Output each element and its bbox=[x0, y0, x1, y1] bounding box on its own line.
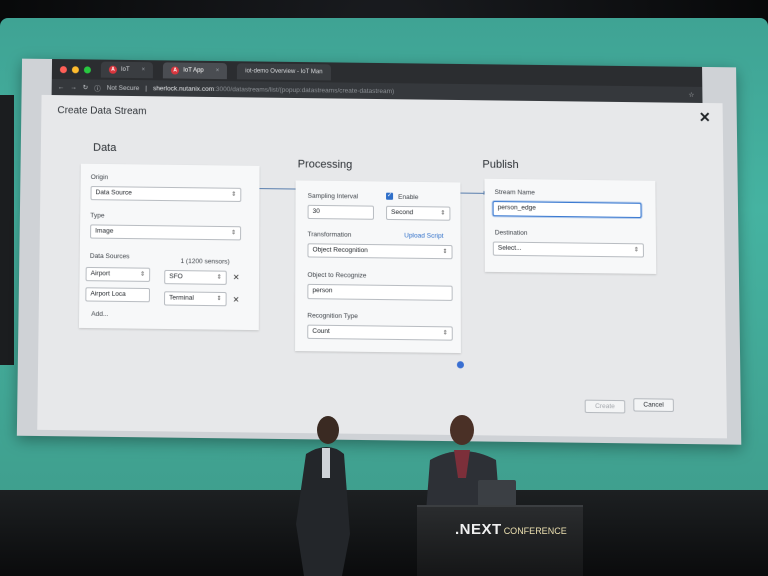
interval-unit-value: Second bbox=[391, 208, 414, 217]
source-value-select-1[interactable]: SFO ⇕ bbox=[164, 269, 227, 285]
cursor-dot-icon bbox=[456, 361, 464, 369]
bookmark-star-icon[interactable]: ☆ bbox=[689, 91, 695, 99]
dialog-title: Create Data Stream bbox=[57, 105, 147, 118]
remove-row-icon[interactable]: ✕ bbox=[233, 273, 240, 282]
maximize-window-icon[interactable] bbox=[83, 65, 91, 73]
browser-window: A IoT × A IoT App × iot-demo Overview - … bbox=[16, 58, 742, 445]
type-value: Image bbox=[95, 227, 114, 235]
close-icon[interactable]: ✕ bbox=[699, 109, 711, 126]
object-to-recognize-label: Object to Recognize bbox=[307, 271, 367, 280]
brand-name: .NEXT bbox=[455, 521, 502, 538]
create-button[interactable]: Create bbox=[584, 399, 626, 414]
source-value: SFO bbox=[169, 273, 183, 281]
presenter-left bbox=[292, 414, 352, 576]
laptop bbox=[478, 480, 516, 506]
data-heading: Data bbox=[92, 141, 117, 155]
recognition-type-value: Count bbox=[312, 327, 330, 336]
chevron-updown-icon: ⇕ bbox=[440, 210, 446, 217]
close-window-icon[interactable] bbox=[59, 65, 67, 73]
app-logo-icon: A bbox=[171, 66, 180, 75]
stream-name-input[interactable]: person_edge bbox=[492, 201, 642, 219]
reload-icon[interactable]: ↻ bbox=[83, 83, 89, 91]
info-icon: ⓘ bbox=[94, 85, 101, 93]
stream-name-label: Stream Name bbox=[494, 188, 535, 197]
sampling-interval-input[interactable]: 30 bbox=[307, 204, 374, 220]
destination-label: Destination bbox=[494, 229, 528, 237]
type-label: Type bbox=[90, 212, 105, 220]
add-source-link[interactable]: Add... bbox=[91, 311, 108, 318]
object-to-recognize-input[interactable]: person bbox=[307, 283, 453, 301]
tab-label: IoT App bbox=[183, 67, 204, 74]
processing-card: Sampling Interval ✓ Enable 30 Second ⇕ T… bbox=[295, 180, 461, 354]
remove-row-icon[interactable]: ✕ bbox=[233, 295, 240, 304]
source-value: Terminal bbox=[169, 294, 194, 302]
url-host: sherlock.nutanix.com bbox=[152, 84, 215, 93]
minimize-window-icon[interactable] bbox=[71, 65, 79, 73]
source-value-select-2[interactable]: Terminal ⇕ bbox=[163, 291, 227, 307]
chevron-updown-icon: ⇕ bbox=[139, 271, 146, 278]
tab-iot[interactable]: A IoT × bbox=[100, 61, 154, 79]
window-controls bbox=[59, 65, 91, 73]
chevron-updown-icon: ⇕ bbox=[442, 248, 448, 256]
tab-iot-demo[interactable]: iot-demo Overview - IoT Man bbox=[237, 63, 331, 81]
data-sources-label: Data Sources bbox=[89, 252, 130, 261]
data-card: Origin Data Source ⇕ Type Image ⇕ Data S… bbox=[78, 163, 260, 331]
origin-label: Origin bbox=[90, 173, 109, 182]
interval-unit-select[interactable]: Second ⇕ bbox=[386, 205, 451, 221]
chevron-updown-icon: ⇕ bbox=[633, 247, 639, 254]
create-data-stream-dialog: Create Data Stream ✕ Data Origin Data So… bbox=[37, 94, 727, 439]
type-select[interactable]: Image ⇕ bbox=[90, 224, 242, 241]
source-key-select-1[interactable]: Airport ⇕ bbox=[85, 266, 151, 282]
origin-value: Data Source bbox=[95, 189, 132, 197]
destination-select[interactable]: Select... ⇕ bbox=[492, 241, 644, 258]
source-key-select-2[interactable]: Airport Loca bbox=[85, 287, 151, 303]
transformation-value: Object Recognition bbox=[312, 246, 368, 255]
tab-label: iot-demo Overview - IoT Man bbox=[245, 68, 323, 76]
close-tab-icon[interactable]: × bbox=[142, 67, 146, 73]
source-key-value: Airport Loca bbox=[90, 290, 126, 298]
conference-logo: .NEXT CONFERENCE bbox=[455, 521, 567, 538]
enable-checkbox[interactable]: ✓ bbox=[386, 192, 394, 200]
close-tab-icon[interactable]: × bbox=[216, 68, 220, 74]
chevron-updown-icon: ⇕ bbox=[231, 191, 237, 198]
side-panel bbox=[0, 95, 14, 365]
forward-icon[interactable]: → bbox=[70, 84, 77, 91]
stage: A IoT × A IoT App × iot-demo Overview - … bbox=[0, 0, 768, 576]
transformation-select[interactable]: Object Recognition ⇕ bbox=[307, 243, 453, 260]
publish-card: Stream Name person_edge Destination Sele… bbox=[484, 178, 657, 274]
recognition-type-label: Recognition Type bbox=[307, 312, 358, 321]
brand-suffix: CONFERENCE bbox=[503, 526, 567, 536]
chevron-updown-icon: ⇕ bbox=[216, 295, 222, 303]
cancel-button[interactable]: Cancel bbox=[633, 398, 674, 413]
stage-floor bbox=[0, 490, 768, 576]
tab-iot-app[interactable]: A IoT App × bbox=[163, 62, 228, 80]
origin-select[interactable]: Data Source ⇕ bbox=[90, 186, 242, 202]
url-divider: | bbox=[145, 84, 147, 92]
recognition-type-select[interactable]: Count ⇕ bbox=[307, 324, 453, 341]
podium bbox=[417, 505, 583, 576]
security-label: Not Secure bbox=[106, 84, 140, 92]
presenter-left-silhouette bbox=[296, 416, 350, 576]
stream-name-value: person_edge bbox=[497, 204, 536, 212]
source-key-value: Airport bbox=[90, 270, 111, 278]
publish-heading: Publish bbox=[482, 158, 519, 172]
app-logo-icon: A bbox=[108, 65, 117, 74]
flow-arrow bbox=[460, 192, 485, 194]
destination-placeholder: Select... bbox=[497, 244, 522, 252]
tab-label: IoT bbox=[120, 66, 130, 73]
flow-arrow bbox=[259, 188, 298, 190]
sampling-interval-label: Sampling Interval bbox=[307, 192, 359, 201]
chevron-updown-icon: ⇕ bbox=[442, 330, 448, 337]
data-sources-count: 1 (1200 sensors) bbox=[180, 257, 230, 266]
enable-label: Enable bbox=[398, 193, 419, 202]
sampling-interval-value: 30 bbox=[312, 207, 320, 216]
upload-script-link[interactable]: Upload Script bbox=[404, 232, 443, 240]
transformation-label: Transformation bbox=[307, 231, 352, 239]
back-icon[interactable]: ← bbox=[58, 84, 65, 91]
url-path: :3000/datastreams/list/(popup:datastream… bbox=[214, 85, 395, 95]
chevron-updown-icon: ⇕ bbox=[216, 274, 222, 281]
processing-heading: Processing bbox=[297, 158, 353, 172]
object-to-recognize-value: person bbox=[312, 286, 333, 295]
chevron-updown-icon: ⇕ bbox=[230, 230, 237, 237]
